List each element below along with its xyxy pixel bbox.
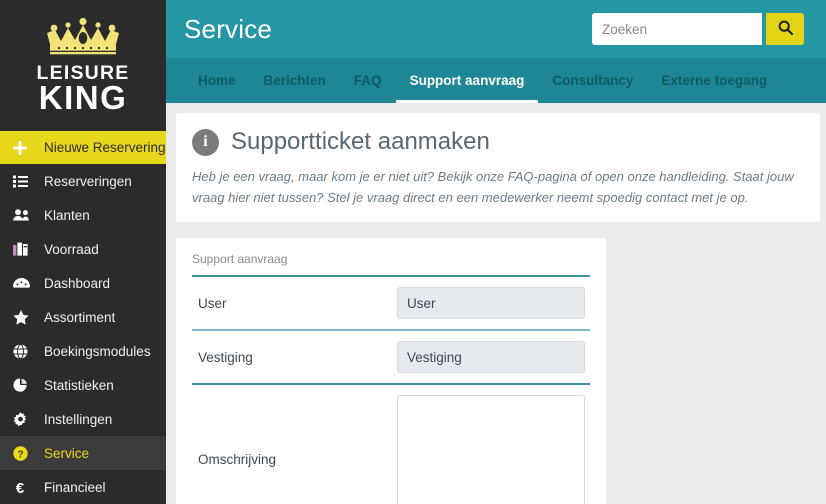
question-circle-icon: ? — [13, 445, 35, 461]
sidebar-item-boekingsmodules[interactable]: Boekingsmodules — [0, 334, 166, 368]
euro-icon: € — [13, 480, 35, 495]
content-description: Heb je een vraag, maar kom je er niet ui… — [192, 169, 794, 206]
sidebar-item-label: Assortiment — [44, 309, 116, 325]
sidebar-item-label: Statistieken — [44, 377, 114, 393]
topbar: Service — [166, 0, 826, 58]
star-icon — [13, 309, 35, 325]
search-input[interactable] — [592, 13, 762, 45]
sidebar-item-dashboard[interactable]: Dashboard — [0, 266, 166, 300]
page-title: Service — [184, 13, 273, 44]
user-field[interactable] — [397, 287, 585, 320]
sidebar-item-label: Instellingen — [44, 411, 113, 427]
sidebar-item-label: Boekingsmodules — [44, 343, 151, 359]
tab-label: Consultancy — [552, 73, 634, 88]
sidebar-item-label: Voorraad — [44, 241, 99, 257]
field-wrap-user — [397, 287, 590, 320]
tab-label: Berichten — [263, 73, 326, 88]
tab-faq[interactable]: FAQ — [340, 58, 396, 103]
form-row-vestiging: Vestiging — [192, 329, 590, 383]
field-label-vestiging: Vestiging — [198, 349, 253, 365]
logo-text-king: KING — [38, 79, 128, 117]
field-wrap-vestiging — [397, 341, 590, 374]
crown-icon — [37, 17, 130, 61]
logo-block: LEISURE KING — [37, 17, 130, 117]
sidebar-item-label: Klanten — [44, 207, 90, 223]
tab-berichten[interactable]: Berichten — [250, 58, 340, 103]
sidebar-item-financieel[interactable]: € Financieel — [0, 470, 166, 504]
sidebar-item-klanten[interactable]: Klanten — [0, 198, 166, 232]
sidebar-item-instellingen[interactable]: Instellingen — [0, 402, 166, 436]
plus-icon — [13, 140, 35, 155]
sidebar-item-statistieken[interactable]: Statistieken — [0, 368, 166, 402]
tab-consultancy[interactable]: Consultancy — [538, 58, 647, 103]
tab-label: FAQ — [353, 73, 382, 88]
tab-label: Home — [198, 73, 236, 88]
sidebar-item-label: Reserveringen — [44, 173, 132, 189]
field-label-user: User — [198, 295, 227, 311]
content-title: Supportticket aanmaken — [231, 128, 490, 155]
tab-label: Externe toegang — [661, 73, 768, 88]
main-area: Service Home Berichten — [166, 0, 826, 504]
svg-text:€: € — [16, 480, 25, 495]
main-nav: Home Berichten FAQ Support aanvraag Cons… — [166, 58, 826, 103]
sidebar-item-label: Service — [44, 445, 90, 461]
sidebar-item-service[interactable]: ? Service — [0, 436, 166, 470]
tab-externe-toegang[interactable]: Externe toegang — [647, 58, 781, 103]
users-icon — [13, 209, 35, 221]
sidebar-item-reserveringen[interactable]: Reserveringen — [0, 164, 166, 198]
search-icon — [778, 20, 793, 38]
list-icon — [13, 175, 35, 188]
sidebar-item-assortiment[interactable]: Assortiment — [0, 300, 166, 334]
content-area: i Supportticket aanmaken Heb je een vraa… — [166, 103, 826, 504]
application-window: LEISURE KING Nieuwe Reservering Reserver… — [0, 0, 826, 504]
search-bar — [592, 13, 804, 45]
form-row-user: User — [192, 275, 590, 329]
field-label-omschrijving: Omschrijving — [198, 452, 277, 468]
page-header-card: i Supportticket aanmaken Heb je een vraa… — [176, 113, 820, 223]
sidebar-nav: Nieuwe Reservering Reserveringen Klanten… — [0, 131, 166, 504]
tab-home[interactable]: Home — [184, 58, 250, 103]
briefcase-icon — [13, 242, 35, 256]
field-wrap-omschrijving — [397, 395, 590, 504]
vestiging-field[interactable] — [397, 341, 585, 374]
gear-icon — [13, 411, 35, 427]
support-request-form: Support aanvraag User Vestiging Omschrij… — [176, 238, 606, 504]
svg-text:?: ? — [17, 449, 23, 460]
omschrijving-field[interactable] — [397, 395, 585, 504]
sidebar-item-label: Nieuwe Reservering — [44, 140, 166, 155]
page-header-title-row: i Supportticket aanmaken — [192, 128, 802, 156]
form-legend: Support aanvraag — [192, 252, 288, 267]
info-circle-icon: i — [192, 128, 219, 156]
sidebar-item-label: Financieel — [44, 479, 106, 495]
search-button[interactable] — [766, 13, 804, 45]
globe-icon — [13, 343, 35, 359]
sidebar-item-nieuwe-reservering[interactable]: Nieuwe Reservering — [0, 131, 166, 164]
gauge-icon — [13, 277, 35, 290]
tab-label: Support aanvraag — [409, 73, 525, 88]
pie-chart-icon — [13, 378, 35, 393]
brand-logo[interactable]: LEISURE KING — [0, 0, 166, 131]
form-row-omschrijving: Omschrijving — [192, 383, 590, 504]
sidebar-item-voorraad[interactable]: Voorraad — [0, 232, 166, 266]
sidebar-item-label: Dashboard — [44, 275, 111, 291]
sidebar: LEISURE KING Nieuwe Reservering Reserver… — [0, 0, 166, 504]
tab-support-aanvraag[interactable]: Support aanvraag — [395, 58, 539, 103]
